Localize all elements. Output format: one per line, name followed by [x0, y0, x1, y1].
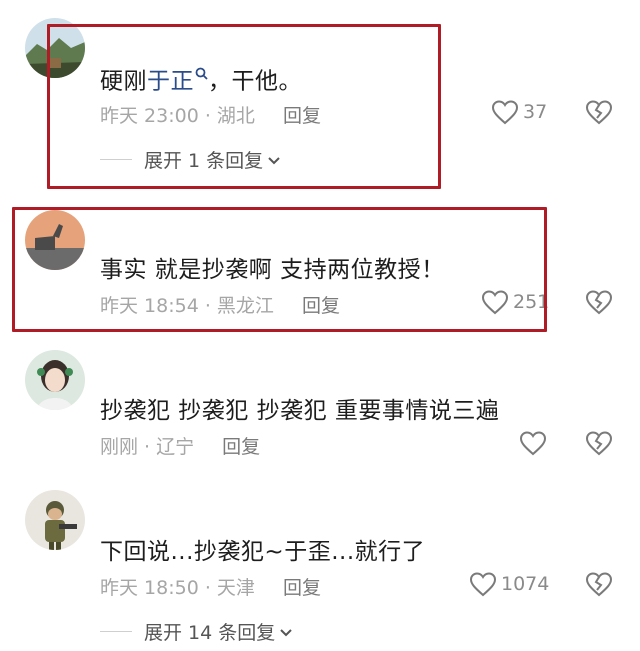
broken-heart-icon [585, 100, 613, 129]
dislike-button[interactable] [585, 289, 613, 315]
dislike-button[interactable] [585, 430, 613, 456]
heart-icon [491, 99, 519, 125]
meta-separator: · [138, 436, 157, 458]
heart-icon [469, 571, 497, 597]
comment-text: 下回说...抄袭犯~于歪...就行了 [100, 539, 426, 565]
dislike-button[interactable] [585, 99, 613, 125]
meta-separator: · [198, 577, 217, 599]
comment-meta: 刚刚 · 辽宁 回复 [100, 432, 260, 459]
highlight-box-2 [12, 207, 547, 332]
avatar[interactable] [25, 350, 85, 410]
like-button[interactable]: 1074 [469, 571, 549, 597]
comment-text: 抄袭犯 抄袭犯 抄袭犯 重要事情说三遍 [100, 398, 500, 424]
heart-icon [519, 430, 547, 456]
expand-label: 展开 14 条回复 [144, 622, 276, 644]
timestamp: 刚刚 [100, 436, 139, 458]
dislike-button[interactable] [585, 571, 613, 597]
like-count: 37 [523, 101, 548, 123]
broken-heart-icon [585, 572, 613, 601]
broken-heart-icon [585, 290, 613, 319]
highlight-box-1 [47, 24, 441, 189]
location: 天津 [216, 577, 255, 599]
reply-button[interactable]: 回复 [283, 577, 321, 599]
avatar[interactable] [25, 490, 85, 550]
timestamp: 昨天 18:50 [100, 577, 199, 599]
expand-replies-button[interactable]: 展开 14 条回复 [100, 618, 293, 645]
like-button[interactable] [519, 430, 547, 456]
like-button[interactable]: 37 [491, 99, 547, 125]
like-count: 1074 [501, 573, 550, 595]
comment-meta: 昨天 18:50 · 天津 回复 [100, 573, 321, 600]
location: 辽宁 [156, 436, 195, 458]
chevron-down-icon [279, 621, 293, 643]
broken-heart-icon [585, 431, 613, 460]
reply-button[interactable]: 回复 [222, 436, 260, 458]
divider-line [100, 631, 132, 632]
